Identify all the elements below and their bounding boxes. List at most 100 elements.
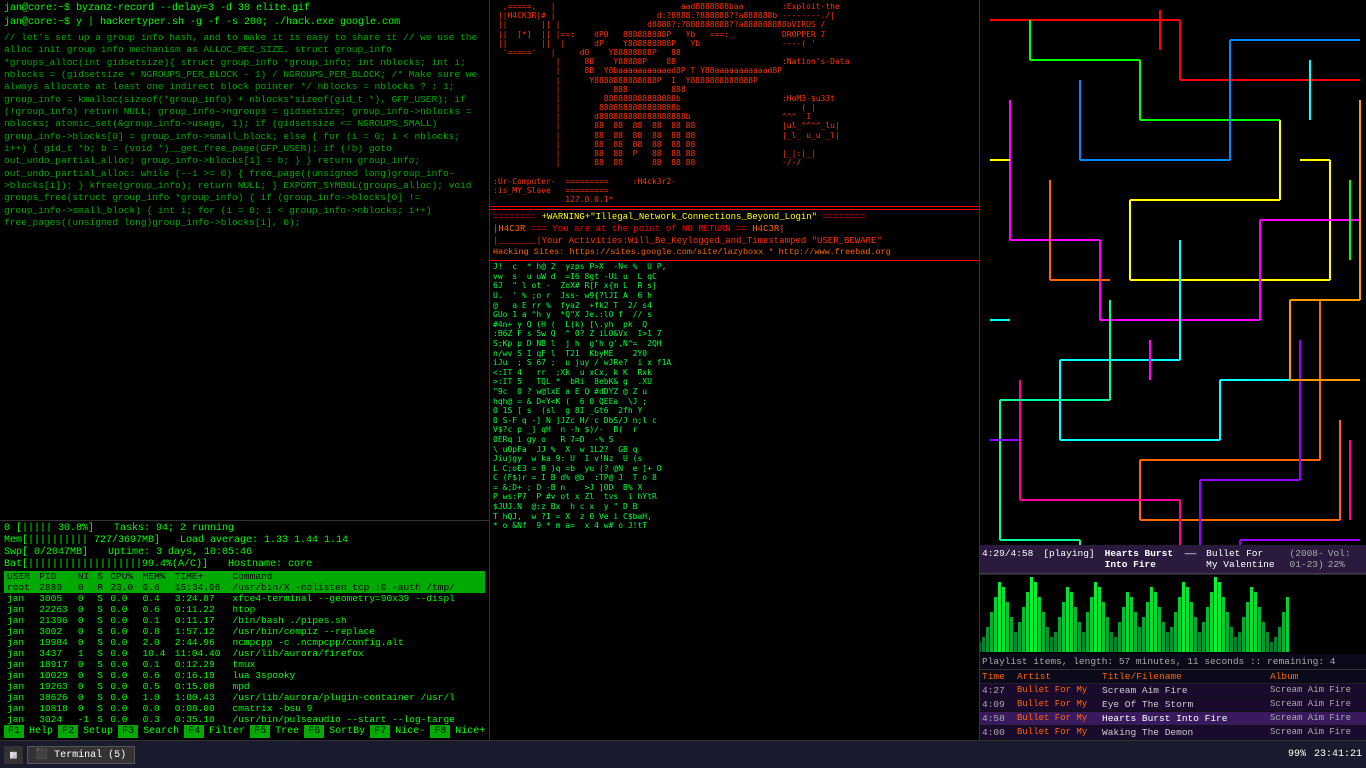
visualizer-bar — [1110, 632, 1113, 652]
visualizer-bar — [1030, 577, 1033, 652]
htop-key[interactable]: F2 — [58, 725, 78, 738]
playlist-item[interactable]: 4:09Bullet For MyEye Of The StormScream … — [980, 698, 1366, 712]
track-info: 4:29/4:58 [playing] Hearts Burst Into Fi… — [982, 548, 1328, 570]
visualizer-bar — [1226, 612, 1229, 652]
htop-menu-item[interactable]: SortBy — [325, 725, 369, 738]
playlist-item[interactable]: 4:58Bullet For MyHearts Burst Into FireS… — [980, 712, 1366, 726]
htop-key[interactable]: F8 — [430, 725, 450, 738]
process-row: jan213960S0.00.10:11.17/bin/bash ./pipes… — [4, 615, 485, 626]
col-album: Album — [1270, 671, 1360, 682]
visualizer-bar — [1182, 582, 1185, 652]
hacker-panel: ,=====, | aad8888888baa :Exploit-the ||H… — [490, 0, 980, 740]
process-row: jan30020S0.00.81:57.12/usr/bin/compiz --… — [4, 626, 485, 637]
process-row: jan30050S0.00.43:24.87xfce4-terminal --g… — [4, 593, 485, 604]
process-row: jan3024-1S0.00.30:35.10/usr/bin/pulseaud… — [4, 714, 485, 725]
visualizer-bar — [1034, 582, 1037, 652]
hostname-info: Hostname: core — [228, 559, 312, 570]
playlist-item[interactable]: 4:27Bullet For MyScream Aim FireScream A… — [980, 684, 1366, 698]
visualizer-bar — [1218, 582, 1221, 652]
htop-menu-item[interactable]: Filter — [205, 725, 249, 738]
playlist-item[interactable]: 4:00Bullet For MyWaking The DemonScream … — [980, 726, 1366, 740]
visualizer-bar — [1114, 637, 1117, 652]
process-row: USERPIDNISCPU%MEM%TIME+Command — [4, 571, 485, 582]
playlist-header: Playlist items, length: 57 minutes, 11 s… — [980, 654, 1366, 670]
visualizer-bar — [1166, 632, 1169, 652]
visualizer-bar — [1026, 592, 1029, 652]
terminal-label: Terminal (5) — [54, 750, 126, 761]
htop-menu-item[interactable]: Setup — [79, 725, 117, 738]
hacker-warning: ======== +WARNING+"Illegal_Network_Conne… — [490, 209, 979, 261]
track-title: Hearts Burst Into Fire — [1105, 548, 1175, 570]
mem-bar: Mem[|||||||||| 727/3697MB] — [4, 535, 160, 546]
playlist-info: Playlist items, length: 57 minutes, 11 s… — [982, 656, 1335, 667]
swap-bar: Swp[ 0/2047MB] — [4, 547, 88, 558]
visualizer-bar — [1014, 632, 1017, 652]
terminal-code-output: // let's set up a group info hash, and t… — [4, 32, 485, 230]
audio-visualizer — [980, 574, 1366, 654]
visualizer-bar — [1098, 587, 1101, 652]
htop-menu-item[interactable]: Search — [139, 725, 183, 738]
visualizer-bar — [1010, 617, 1013, 652]
htop-key[interactable]: F5 — [250, 725, 270, 738]
warning-line2: |H4C3R === You are at the point of NO RE… — [493, 224, 976, 236]
htop-footer[interactable]: F1HelpF2SetupF3SearchF4FilterF5TreeF6Sor… — [4, 725, 485, 738]
visualizer-bar — [1082, 632, 1085, 652]
visualizer-bar — [1062, 602, 1065, 652]
track-time: 4:29/4:58 — [982, 548, 1033, 570]
process-row: jan386260S0.01.01:00.43/usr/lib/aurora/p… — [4, 692, 485, 703]
visualizer-bar — [1154, 592, 1157, 652]
visualizer-bar — [1274, 637, 1277, 652]
col-artist: Artist — [1017, 671, 1102, 682]
right-panel: 4:29/4:58 [playing] Hearts Burst Into Fi… — [980, 0, 1366, 740]
visualizer-bar — [1142, 617, 1145, 652]
visualizer-bar — [1022, 607, 1025, 652]
htop-menu-item[interactable]: Nice+ — [451, 725, 489, 738]
visualizer-bar — [1046, 627, 1049, 652]
visualizer-bar — [986, 627, 989, 652]
htop-key[interactable]: F1 — [4, 725, 24, 738]
visualizer-bar — [994, 597, 997, 652]
terminal-icon: ⬛ — [36, 750, 48, 761]
taskbar-clock: 99% 23:41:21 — [1288, 749, 1362, 760]
htop-key[interactable]: F3 — [118, 725, 138, 738]
htop-menu-item[interactable]: Nice- — [391, 725, 429, 738]
htop-key[interactable]: F7 — [370, 725, 390, 738]
visualizer-bar — [1042, 612, 1045, 652]
cpu1-bar: 0 [||||| 30.8%] — [4, 523, 94, 534]
battery-status: 99% — [1288, 749, 1306, 760]
start-button[interactable]: ▦ — [4, 746, 23, 764]
playlist-columns: Time Artist Title/Filename Album — [980, 670, 1366, 684]
visualizer-bar — [1138, 627, 1141, 652]
htop-key[interactable]: F6 — [304, 725, 324, 738]
visualizer-bar — [1162, 622, 1165, 652]
visualizer-bar — [1058, 617, 1061, 652]
terminal-output: jan@core:~$ byzanz-record --delay=3 -d 3… — [0, 0, 489, 520]
process-row: jan222630S0.00.60:11.22htop — [4, 604, 485, 615]
visualizer-bar — [1250, 587, 1253, 652]
col-title: Title/Filename — [1102, 671, 1270, 682]
htop-menu-item[interactable]: Help — [25, 725, 57, 738]
htop-key[interactable]: F4 — [184, 725, 204, 738]
visualizer-bar — [1262, 622, 1265, 652]
visualizer-bar — [1170, 627, 1173, 652]
current-artist: Bullet For My Valentine — [1206, 548, 1279, 570]
visualizer-bar — [1130, 597, 1133, 652]
playlist-items: 4:27Bullet For MyScream Aim FireScream A… — [980, 684, 1366, 740]
process-row: root28890R23.00.615:34.96/usr/bin/X -nol… — [4, 582, 485, 593]
visualizer-bar — [1202, 622, 1205, 652]
htop-menu-item[interactable]: Tree — [271, 725, 303, 738]
visualizer-bar — [1230, 627, 1233, 652]
visualizer-bar — [1066, 587, 1069, 652]
terminal-taskbar-item[interactable]: ⬛ Terminal (5) — [27, 746, 135, 764]
visualizer-bar — [1246, 602, 1249, 652]
visualizer-bar — [1286, 597, 1289, 652]
visualizer-bar — [1174, 612, 1177, 652]
visualizer-bar — [1102, 602, 1105, 652]
visualizer-bar — [1238, 632, 1241, 652]
visualizer-bar — [1206, 607, 1209, 652]
visualizer-bar — [1266, 632, 1269, 652]
visualizer-bar — [1086, 612, 1089, 652]
current-album: (2008-01-23) — [1290, 548, 1328, 570]
visualizer-bar — [1078, 622, 1081, 652]
system-monitor: 0 [||||| 30.8%] Tasks: 94; 2 running Mem… — [0, 520, 489, 740]
